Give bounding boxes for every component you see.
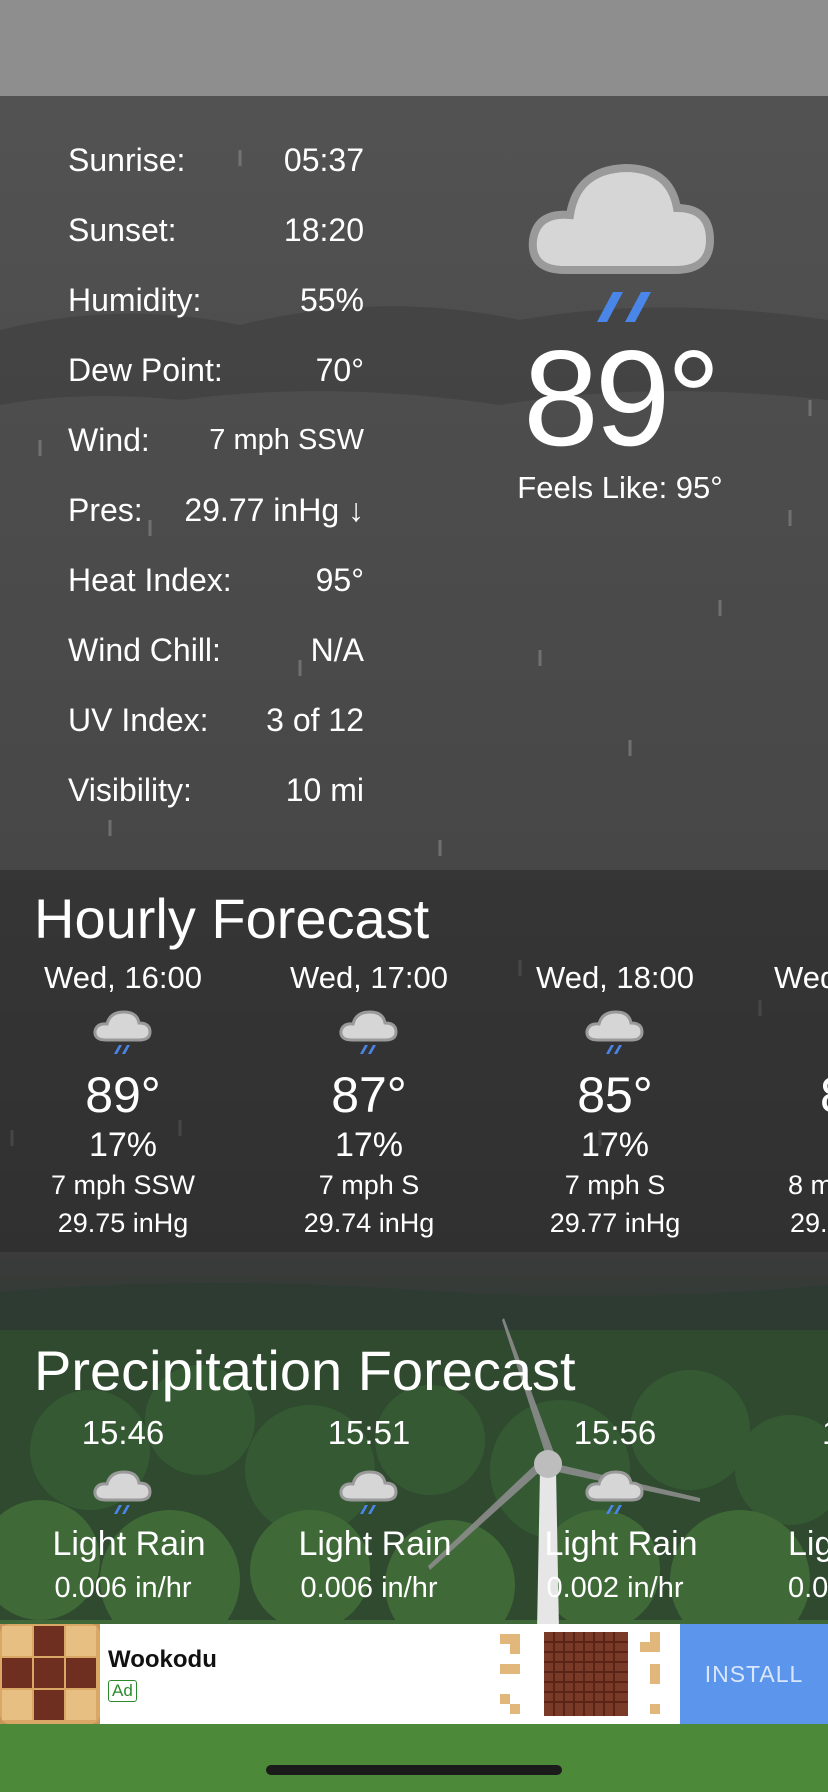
precip-rate: 0.0	[788, 1572, 828, 1604]
hourly-temp: 89°	[85, 1067, 161, 1123]
detail-dew-point: Dew Point: 70°	[68, 352, 364, 402]
detail-value: 3 of 12	[266, 702, 364, 738]
hourly-time: Wed	[774, 960, 828, 995]
precip-item[interactable]: 15:46 Light Rain 0.006 in/hr	[0, 1414, 246, 1608]
ad-tag: Ad	[108, 1680, 137, 1702]
detail-value: 18:20	[283, 212, 364, 248]
hourly-wind: 8 m	[788, 1170, 828, 1200]
cloud-rain-icon	[92, 1008, 154, 1056]
hourly-wind: 7 mph SSW	[50, 1170, 196, 1200]
precip-rate: 0.006 in/hr	[54, 1572, 192, 1604]
cloud-rain-icon	[584, 1468, 646, 1516]
hourly-item[interactable]: Wed, 16:00 89° 17% 7 mph SSW 29.75 inHg	[0, 960, 246, 1242]
detail-label: Humidity:	[68, 282, 202, 318]
detail-label: Heat Index:	[68, 562, 232, 598]
detail-label: Dew Point:	[68, 352, 223, 388]
detail-pressure: Pres: 29.77 inHg ↓	[68, 492, 364, 542]
hourly-precip-chance	[774, 1124, 828, 1166]
cloud-rain-icon	[338, 1008, 400, 1056]
ad-game-preview	[500, 1632, 660, 1716]
hourly-time: Wed, 17:00	[290, 960, 448, 995]
cloud-rain-icon	[528, 163, 715, 322]
hourly-pressure: 29.	[790, 1208, 828, 1238]
hourly-precip-chance: 17%	[580, 1126, 650, 1164]
precip-rate: 0.006 in/hr	[300, 1572, 438, 1604]
hourly-forecast-title: Hourly Forecast	[34, 887, 430, 950]
detail-value: 95°	[315, 562, 364, 598]
hourly-pressure: 29.75 inHg	[57, 1208, 189, 1238]
hourly-temp: 8	[774, 1066, 828, 1124]
precip-rate: 0.002 in/hr	[546, 1572, 684, 1604]
precip-condition: Light Rain	[52, 1525, 206, 1563]
hourly-time: Wed, 16:00	[44, 960, 202, 995]
current-temperature: 89°	[523, 322, 721, 474]
cloud-rain-icon	[788, 1468, 798, 1516]
home-indicator[interactable]	[266, 1765, 562, 1775]
detail-label: Visibility:	[68, 772, 192, 808]
hourly-wind: 7 mph S	[318, 1170, 420, 1200]
detail-wind: Wind: 7 mph SSW	[68, 422, 364, 472]
precip-condition: Light Rain	[544, 1525, 698, 1563]
hourly-wind: 7 mph S	[564, 1170, 666, 1200]
detail-humidity: Humidity: 55%	[68, 282, 364, 332]
status-bar-area	[0, 0, 828, 96]
hourly-temp: 85°	[577, 1067, 653, 1123]
detail-value: 29.77 inHg ↓	[184, 492, 364, 528]
detail-value: N/A	[310, 632, 364, 668]
detail-label: Pres:	[68, 492, 143, 528]
precipitation-forecast-title: Precipitation Forecast	[34, 1339, 576, 1402]
cloud-rain-icon	[584, 1008, 646, 1056]
hourly-item[interactable]: Wed, 17:00 87° 17% 7 mph S 29.74 inHg	[246, 960, 492, 1242]
precip-item[interactable]: 15:56 Light Rain 0.002 in/hr	[492, 1414, 738, 1608]
hourly-temp: 87°	[331, 1067, 407, 1123]
hourly-forecast-section[interactable]: Hourly Forecast Wed, 16:00 89° 17% 7 mph…	[0, 870, 828, 1252]
detail-label: Sunset:	[68, 212, 177, 248]
precip-time: 15:46	[81, 1414, 165, 1451]
detail-label: Wind Chill:	[68, 632, 221, 668]
cloud-rain-icon	[92, 1468, 154, 1516]
precip-item[interactable]: 15:51 Light Rain 0.006 in/hr	[246, 1414, 492, 1608]
hourly-precip-chance: 17%	[88, 1126, 158, 1164]
detail-label: Sunrise:	[68, 142, 186, 178]
detail-value: 05:37	[283, 142, 364, 178]
weather-screen: Sunrise: 05:37 Sunset: 18:20 Humidity: 5…	[0, 0, 828, 1792]
detail-value: 7 mph SSW	[209, 424, 364, 456]
detail-label: UV Index:	[68, 702, 209, 738]
precip-time: 1	[788, 1414, 828, 1456]
precip-condition: Light Rain	[298, 1525, 452, 1563]
hourly-pressure: 29.74 inHg	[303, 1208, 435, 1238]
current-conditions[interactable]: 89° Feels Like: 95°	[480, 150, 760, 520]
precip-item-partial[interactable]: 1 Lig 0.0	[788, 1414, 828, 1608]
hourly-precip-chance: 17%	[334, 1126, 404, 1164]
detail-value: 55%	[299, 282, 364, 318]
ad-install-button[interactable]: INSTALL	[680, 1624, 828, 1724]
cloud-rain-icon	[338, 1468, 400, 1516]
detail-heat-index: Heat Index: 95°	[68, 562, 364, 612]
hourly-item[interactable]: Wed, 18:00 85° 17% 7 mph S 29.77 inHg	[492, 960, 738, 1242]
detail-wind-chill: Wind Chill: N/A	[68, 632, 364, 682]
precip-time: 15:51	[327, 1414, 411, 1451]
hourly-item-partial[interactable]: Wed 8 8 m 29.	[774, 960, 828, 1242]
detail-sunrise: Sunrise: 05:37	[68, 142, 364, 192]
detail-value: 10 mi	[285, 772, 364, 808]
ad-app-name[interactable]: Wookodu	[108, 1646, 217, 1674]
detail-label: Wind:	[68, 422, 150, 458]
feels-like: Feels Like: 95°	[517, 470, 723, 505]
detail-value: 70°	[315, 352, 364, 388]
detail-sunset: Sunset: 18:20	[68, 212, 364, 262]
hourly-pressure: 29.77 inHg	[549, 1208, 681, 1238]
detail-uv-index: UV Index: 3 of 12	[68, 702, 364, 752]
hourly-time: Wed, 18:00	[536, 960, 694, 995]
precip-time: 15:56	[573, 1414, 657, 1451]
precipitation-forecast-section[interactable]: Precipitation Forecast 15:46 Light Rain …	[0, 1322, 828, 1622]
precip-condition: Lig	[788, 1525, 828, 1563]
cloud-rain-icon	[774, 1008, 784, 1056]
detail-visibility: Visibility: 10 mi	[68, 772, 364, 822]
ad-banner[interactable]: Wookodu Ad INSTALL	[0, 1624, 828, 1724]
ad-app-icon[interactable]	[0, 1624, 100, 1724]
